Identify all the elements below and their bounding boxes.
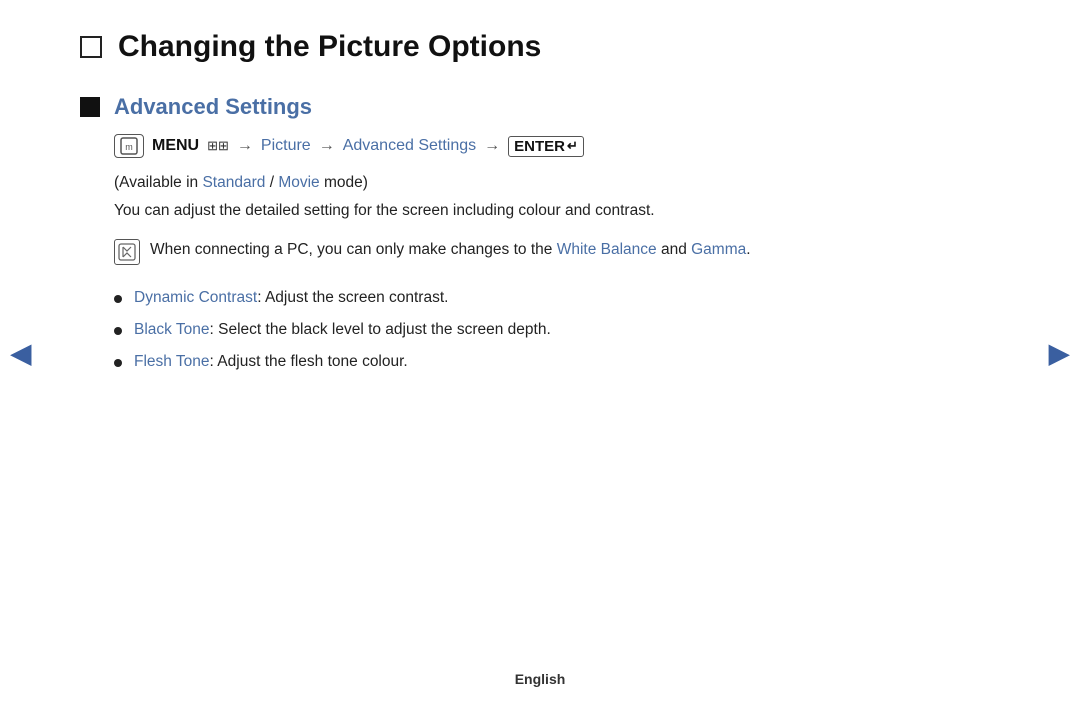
menu-picture: Picture bbox=[261, 137, 311, 155]
page-container: Changing the Picture Options Advanced Se… bbox=[0, 0, 1080, 705]
arrow-2: → bbox=[319, 137, 335, 155]
flesh-tone-link: Flesh Tone bbox=[134, 353, 210, 370]
menu-label: MENU bbox=[152, 137, 199, 155]
gamma-link: Gamma bbox=[691, 241, 746, 258]
black-tone-desc: : Select the black level to adjust the s… bbox=[210, 321, 551, 338]
white-balance-link: White Balance bbox=[557, 241, 657, 258]
bullet-dot bbox=[114, 295, 122, 303]
page-title-checkbox bbox=[80, 36, 102, 58]
bullet-dot bbox=[114, 327, 122, 335]
standard-link: Standard bbox=[202, 174, 265, 191]
menu-advanced-settings: Advanced Settings bbox=[343, 137, 476, 155]
dynamic-contrast-desc: : Adjust the screen contrast. bbox=[257, 289, 448, 306]
section-row: Advanced Settings bbox=[80, 94, 1000, 120]
available-note: (Available in Standard / Movie mode) bbox=[114, 174, 1000, 192]
list-item: Black Tone: Select the black level to ad… bbox=[114, 321, 1000, 339]
bullet-list: Dynamic Contrast: Adjust the screen cont… bbox=[114, 289, 1000, 371]
bullet-dot bbox=[114, 359, 122, 367]
dynamic-contrast-link: Dynamic Contrast bbox=[134, 289, 257, 306]
black-tone-link: Black Tone bbox=[134, 321, 210, 338]
movie-link: Movie bbox=[278, 174, 319, 191]
description-text: You can adjust the detailed setting for … bbox=[114, 202, 1000, 220]
menu-suffix: ⊞⊞ bbox=[207, 138, 229, 154]
page-title-row: Changing the Picture Options bbox=[80, 30, 1000, 64]
list-item-text: Black Tone: Select the black level to ad… bbox=[134, 321, 551, 339]
footer: English bbox=[0, 671, 1080, 687]
note-icon bbox=[114, 239, 140, 265]
enter-box: ENTER ↵ bbox=[508, 136, 584, 157]
nav-arrow-left[interactable]: ◀ bbox=[10, 336, 32, 369]
menu-path-row: m MENU ⊞⊞ → Picture → Advanced Settings … bbox=[114, 134, 1000, 158]
list-item: Dynamic Contrast: Adjust the screen cont… bbox=[114, 289, 1000, 307]
list-item-text: Flesh Tone: Adjust the flesh tone colour… bbox=[134, 353, 408, 371]
note-text: When connecting a PC, you can only make … bbox=[150, 238, 751, 263]
menu-icon: m bbox=[114, 134, 144, 158]
page-title: Changing the Picture Options bbox=[118, 30, 541, 64]
arrow-3: → bbox=[484, 137, 500, 155]
nav-arrow-right[interactable]: ▶ bbox=[1048, 336, 1070, 369]
section-title: Advanced Settings bbox=[114, 94, 312, 120]
list-item-text: Dynamic Contrast: Adjust the screen cont… bbox=[134, 289, 448, 307]
note-row: When connecting a PC, you can only make … bbox=[114, 238, 1000, 265]
enter-label: ENTER bbox=[514, 138, 565, 155]
svg-text:m: m bbox=[125, 142, 133, 152]
section-bullet bbox=[80, 97, 100, 117]
enter-symbol: ↵ bbox=[567, 138, 578, 154]
flesh-tone-desc: : Adjust the flesh tone colour. bbox=[210, 353, 408, 370]
list-item: Flesh Tone: Adjust the flesh tone colour… bbox=[114, 353, 1000, 371]
arrow-1: → bbox=[237, 137, 253, 155]
